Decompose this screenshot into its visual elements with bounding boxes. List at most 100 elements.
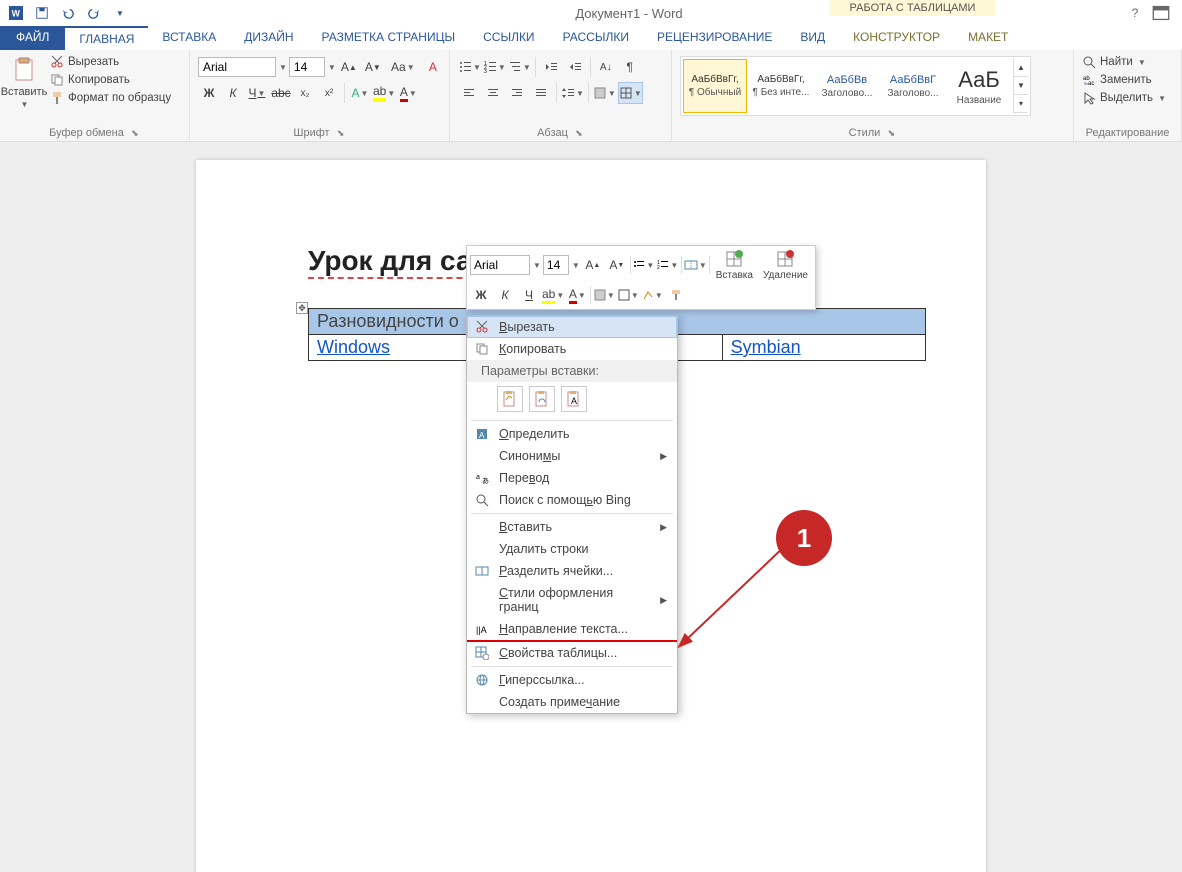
multilevel-list-button[interactable]: ▼ [508, 56, 531, 78]
mini-bullets[interactable]: ▼ [633, 254, 655, 276]
style-expand[interactable]: ▾ [1014, 95, 1028, 113]
ctx-synonyms[interactable]: Синонимы▶ [467, 445, 677, 467]
shading-button[interactable]: ▼ [593, 82, 616, 104]
tab-view[interactable]: ВИД [786, 26, 839, 50]
style-title[interactable]: АаБНазвание [947, 59, 1011, 113]
superscript-button[interactable]: x² [318, 82, 340, 104]
bullets-button[interactable]: ▼ [458, 56, 481, 78]
save-icon[interactable] [30, 2, 54, 24]
qat-customize-icon[interactable]: ▼ [108, 2, 132, 24]
tab-home[interactable]: ГЛАВНАЯ [65, 26, 148, 50]
mini-merge-cells[interactable]: ▼ [684, 254, 707, 276]
mini-font-name[interactable] [470, 255, 530, 275]
ctx-border-styles[interactable]: Стили оформления границ▶ [467, 582, 677, 618]
numbering-button[interactable]: 123▼ [483, 56, 506, 78]
shrink-font-button[interactable]: A▼ [362, 56, 384, 78]
style-scroll-down[interactable]: ▼ [1014, 77, 1028, 95]
mini-underline[interactable]: Ч [518, 284, 540, 306]
mini-highlight[interactable]: ab▼ [542, 284, 564, 306]
paragraph-dialog-launcher[interactable]: ⬊ [574, 128, 584, 138]
tab-table-design[interactable]: КОНСТРУКТОР [839, 26, 954, 50]
redo-icon[interactable] [82, 2, 106, 24]
grow-font-button[interactable]: A▲ [338, 56, 360, 78]
underline-button[interactable]: Ч▼ [246, 82, 268, 104]
justify-button[interactable] [530, 82, 552, 104]
tab-mailings[interactable]: РАССЫЛКИ [549, 26, 643, 50]
clear-formatting-button[interactable]: A [422, 56, 444, 78]
show-marks-button[interactable]: ¶ [619, 56, 641, 78]
tab-page-layout[interactable]: РАЗМЕТКА СТРАНИЦЫ [308, 26, 470, 50]
mini-shading[interactable]: ▼ [593, 284, 615, 306]
highlight-button[interactable]: ab▼ [373, 82, 395, 104]
table-move-handle[interactable]: ✥ [296, 302, 308, 314]
paste-button[interactable]: Вставить ▼ [4, 52, 44, 125]
cut-button[interactable]: Вырезать [46, 54, 175, 70]
tab-insert[interactable]: ВСТАВКА [148, 26, 230, 50]
mini-format-painter[interactable] [665, 284, 687, 306]
format-painter-button[interactable]: Формат по образцу [46, 90, 175, 106]
ctx-delete-rows[interactable]: Удалить строки [467, 538, 677, 560]
font-name-input[interactable] [198, 57, 276, 77]
style-normal[interactable]: АаБбВвГг,¶ Обычный [683, 59, 747, 113]
ribbon-display-icon[interactable] [1152, 4, 1170, 22]
text-effects-button[interactable]: A▼ [349, 82, 371, 104]
italic-button[interactable]: К [222, 82, 244, 104]
ctx-cut[interactable]: ВВырезатьырезать [467, 316, 677, 338]
align-center-button[interactable] [482, 82, 504, 104]
font-size-input[interactable] [289, 57, 325, 77]
sort-button[interactable]: A↓ [595, 56, 617, 78]
style-scroll-up[interactable]: ▲ [1014, 59, 1028, 77]
font-color-button[interactable]: A▼ [397, 82, 419, 104]
copy-button[interactable]: Копировать [46, 72, 175, 88]
ctx-hyperlink[interactable]: Гиперссылка... [467, 669, 677, 691]
bold-button[interactable]: Ж [198, 82, 220, 104]
tab-design[interactable]: ДИЗАЙН [230, 26, 307, 50]
mini-italic[interactable]: К [494, 284, 516, 306]
tab-file[interactable]: ФАЙЛ [0, 26, 65, 50]
borders-button[interactable]: ▼ [618, 82, 643, 104]
mini-bold[interactable]: Ж [470, 284, 492, 306]
style-no-spacing[interactable]: АаБбВвГг,¶ Без инте... [749, 59, 813, 113]
word-app-icon[interactable]: W [4, 2, 28, 24]
style-heading2[interactable]: АаБбВвГЗаголово... [881, 59, 945, 113]
increase-indent-button[interactable] [564, 56, 586, 78]
ctx-bing-search[interactable]: Поиск с помощью Bing [467, 489, 677, 511]
ctx-text-direction[interactable]: ||AНаправление текста... [467, 618, 677, 640]
ctx-table-properties[interactable]: Свойства таблицы... [467, 642, 677, 664]
mini-border-styles[interactable]: ▼ [641, 284, 663, 306]
align-right-button[interactable] [506, 82, 528, 104]
undo-icon[interactable] [56, 2, 80, 24]
mini-insert-button[interactable]: Вставка [712, 249, 757, 281]
find-button[interactable]: Найти▼ [1078, 54, 1170, 70]
document-page[interactable]: Урок для сайт ✥ Разновидности о Windows … [196, 160, 986, 872]
strikethrough-button[interactable]: abc [270, 82, 292, 104]
mini-font-color[interactable]: A▼ [566, 284, 588, 306]
mini-shrink-font[interactable]: A▼ [606, 254, 628, 276]
paste-merge-formatting[interactable] [529, 386, 555, 412]
tab-references[interactable]: ССЫЛКИ [469, 26, 548, 50]
decrease-indent-button[interactable] [540, 56, 562, 78]
mini-font-size[interactable] [543, 255, 569, 275]
ctx-copy[interactable]: Копировать [467, 338, 677, 360]
line-spacing-button[interactable]: ▼ [561, 82, 584, 104]
mini-grow-font[interactable]: A▲ [582, 254, 604, 276]
table-cell[interactable]: Symbian [722, 335, 925, 361]
ctx-split-cells[interactable]: Разделить ячейки... [467, 560, 677, 582]
paste-keep-source[interactable] [497, 386, 523, 412]
mini-borders[interactable]: ▼ [617, 284, 639, 306]
font-dialog-launcher[interactable]: ⬊ [336, 128, 346, 138]
select-button[interactable]: Выделить▼ [1078, 90, 1170, 106]
mini-numbering[interactable]: 12▼ [657, 254, 679, 276]
ctx-insert[interactable]: Вставить▶ [467, 516, 677, 538]
style-heading1[interactable]: АаБбВвЗаголово... [815, 59, 879, 113]
subscript-button[interactable]: x₂ [294, 82, 316, 104]
paste-text-only[interactable]: A [561, 386, 587, 412]
replace-button[interactable]: abacЗаменить [1078, 72, 1170, 88]
tab-review[interactable]: РЕЦЕНЗИРОВАНИЕ [643, 26, 786, 50]
help-icon[interactable]: ? [1126, 4, 1144, 22]
styles-dialog-launcher[interactable]: ⬊ [886, 128, 896, 138]
tab-table-layout[interactable]: МАКЕТ [954, 26, 1022, 50]
ctx-new-comment[interactable]: Создать примечание [467, 691, 677, 713]
ctx-define[interactable]: AОпределить [467, 423, 677, 445]
change-case-button[interactable]: Aa▼ [392, 56, 414, 78]
